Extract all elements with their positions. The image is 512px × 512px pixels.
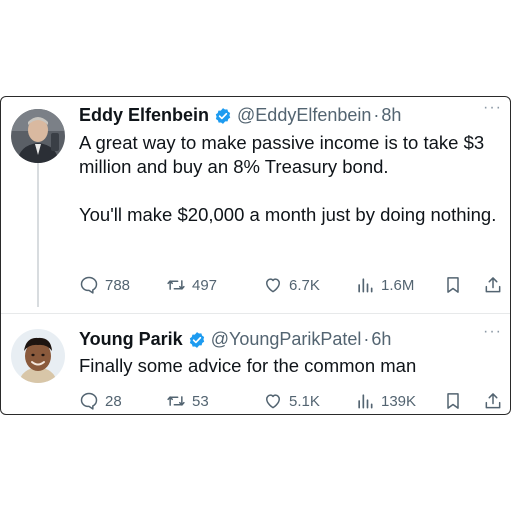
like-button[interactable]: 6.7K [263,275,320,295]
timestamp[interactable]: 8h [381,105,401,126]
views-button[interactable]: 1.6M [355,275,414,295]
heart-icon [266,278,280,293]
avatar[interactable] [11,109,65,163]
reply-count: 788 [105,276,131,294]
share-icon [485,393,501,409]
share-button[interactable] [483,391,503,411]
views-count: 139K [381,392,417,410]
separator-dot: · [373,105,380,125]
reply-button[interactable]: 28 [79,391,122,411]
author-handle[interactable]: @EddyElfenbein [237,105,371,126]
tweet-thread-card: Eddy Elfenbein @EddyElfenbein · 8h ··· A… [0,96,511,415]
share-button[interactable] [483,275,503,295]
tweet-actions: 28 53 5.1K 139K [79,391,502,413]
thread-connector-line [37,163,39,307]
bookmark-button[interactable] [443,391,463,411]
author-name[interactable]: Young Parik [79,329,183,350]
reply-icon [80,392,98,410]
avatar[interactable] [11,329,65,383]
heart-icon [266,394,280,409]
tweet-actions: 788 497 6.7K 1.6M [79,275,502,297]
author-name[interactable]: Eddy Elfenbein [79,105,209,126]
bookmark-icon [447,277,459,293]
views-count: 1.6M [381,276,415,294]
retweet-count: 53 [192,392,209,410]
tweet-text-paragraph-2: You'll make $20,000 a month just by doin… [79,204,497,225]
verified-badge-icon [214,107,232,125]
share-icon [485,277,501,293]
views-button[interactable]: 139K [355,391,416,411]
reply-button[interactable]: 788 [79,275,130,295]
tweet-eddy[interactable]: Eddy Elfenbein @EddyElfenbein · 8h ··· A… [1,97,510,313]
retweet-button[interactable]: 497 [166,275,217,295]
like-button[interactable]: 5.1K [263,391,320,411]
views-icon [358,394,373,409]
reply-icon [80,276,98,294]
verified-badge-icon [188,331,206,349]
timestamp[interactable]: 6h [371,329,391,350]
like-count: 6.7K [289,276,320,294]
tweet-text-paragraph-1: A great way to make passive income is to… [79,132,485,177]
separator-dot: · [363,329,370,349]
more-options-icon[interactable]: ··· [483,323,502,341]
reply-count: 28 [105,392,122,410]
more-options-icon[interactable]: ··· [483,99,502,117]
tweet-young-parik[interactable]: Young Parik @YoungParikPatel · 6h ··· Fi… [1,313,510,414]
retweet-count: 497 [192,276,218,294]
tweet-text: Finally some advice for the common man [79,355,417,376]
bookmark-icon [447,393,459,409]
tweet-header: Eddy Elfenbein @EddyElfenbein · 8h [79,105,401,126]
retweet-button[interactable]: 53 [166,391,209,411]
retweet-icon [167,396,185,406]
like-count: 5.1K [289,392,320,410]
retweet-icon [167,280,185,290]
bookmark-button[interactable] [443,275,463,295]
author-handle[interactable]: @YoungParikPatel [211,329,362,350]
tweet-header: Young Parik @YoungParikPatel · 6h [79,329,391,350]
views-icon [358,278,373,293]
